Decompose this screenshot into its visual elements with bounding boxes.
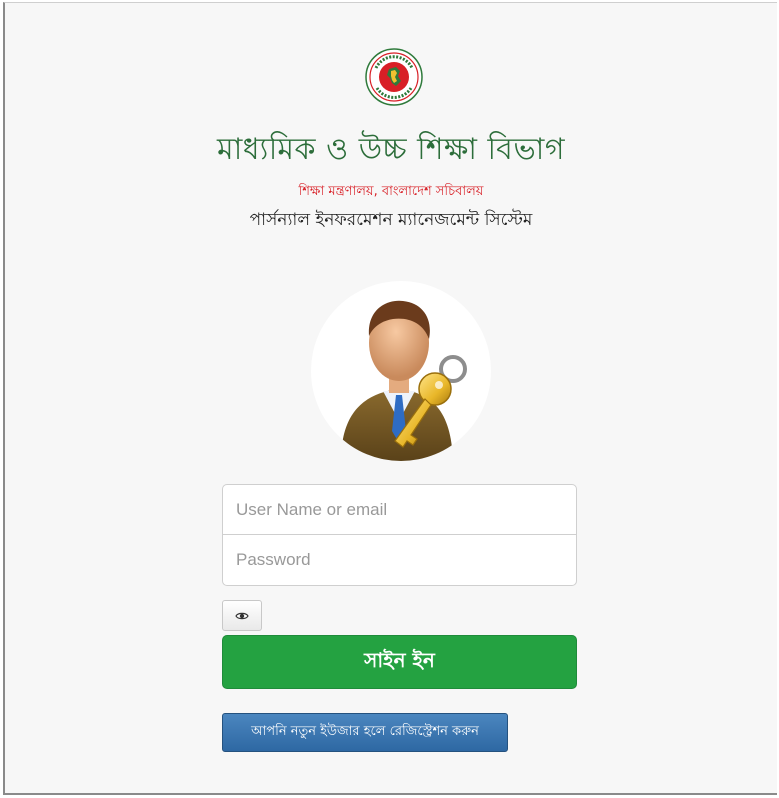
system-name: পার্সন্যাল ইনফরমেশন ম্যানেজমেন্ট সিস্টেম — [249, 210, 533, 230]
user-with-key-icon — [311, 281, 491, 461]
register-button-label: আপনি নতুন ইউজার হলে রেজিস্ট্রেশন করুন — [251, 724, 479, 739]
show-password-button[interactable] — [222, 600, 262, 631]
password-input[interactable] — [222, 535, 577, 586]
eye-icon — [235, 606, 249, 625]
register-button[interactable]: আপনি নতুন ইউজার হলে রেজিস্ট্রেশন করুন — [222, 713, 508, 752]
ministry-subtitle: শিক্ষা মন্ত্রণালয়, বাংলাদেশ সচিবালয় — [298, 184, 484, 199]
page-title: মাধ্যমিক ও উচ্চ শিক্ষা বিভাগ — [216, 132, 566, 167]
username-input[interactable] — [222, 484, 577, 535]
login-page: মাধ্যমিক ও উচ্চ শিক্ষা বিভাগ শিক্ষা মন্ত… — [3, 2, 777, 795]
signin-button[interactable]: সাইন ইন — [222, 635, 577, 689]
signin-button-label: সাইন ইন — [364, 647, 435, 672]
government-seal-icon — [365, 48, 423, 106]
login-form — [222, 484, 577, 586]
